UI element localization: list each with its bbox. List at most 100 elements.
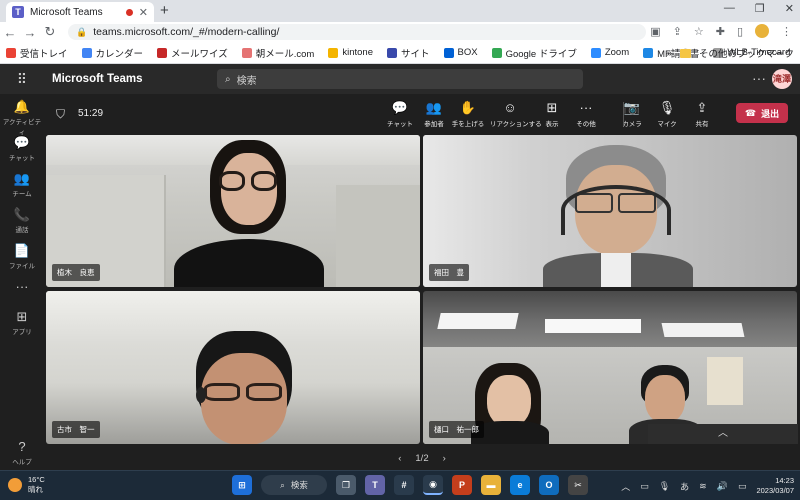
share-page-icon[interactable]: ⇪ [673,25,682,38]
teams-chat-icon[interactable]: T [365,475,385,495]
glasses [219,171,245,191]
bookmark-item[interactable]: 受信トレイ [6,46,68,60]
page-indicator: 1/2 [415,452,429,464]
webcam-tray-icon[interactable]: ▭ [640,481,649,492]
participant-name: 古市 智一 [52,421,100,438]
cabinet [336,185,420,287]
clock-time: 14:23 [775,476,794,485]
bookmark-item[interactable]: 朝メール.com [241,46,314,60]
tray-overflow-icon[interactable]: ︿ [621,480,630,493]
side-panel-icon[interactable]: ▯ [737,25,743,38]
mic-off-button[interactable]: 🎙 マイク [647,100,687,128]
control-label: その他 [576,121,596,128]
rail-item-more[interactable]: ··· [0,280,44,294]
chrome-icon[interactable]: ◉ [423,475,443,495]
video-tile[interactable]: 植木 良恵 [46,135,420,287]
collapse-gallery-button[interactable]: ︿ [648,424,798,444]
weather-widget[interactable]: 16°C 晴れ [8,475,45,495]
weather-condition: 晴れ [28,485,43,494]
bookmark-item[interactable]: kintone [328,47,373,58]
reaction-button[interactable]: ☺ リアクションする [490,100,542,128]
outlook-icon[interactable]: O [539,475,559,495]
avatar[interactable]: 滝澤 [772,69,792,89]
clock-date: 2023/03/07 [756,486,794,495]
participant-name: 樋口 祐一郎 [429,421,484,438]
control-label: リアクションする [490,121,542,128]
rail-item-file[interactable]: 📄 ファイル [0,244,44,271]
clock[interactable]: 14:23 2023/03/07 [756,476,794,496]
app-launcher-icon[interactable]: ⠿ [0,71,44,88]
reload-icon[interactable]: ↻ [40,24,60,40]
bookmarks-more-button[interactable]: » [667,48,672,59]
prev-page-icon[interactable]: ‹ [398,453,401,464]
bookmark-item[interactable]: Google ドライブ [491,46,577,60]
search-input[interactable]: ⌕ 検索 [217,69,583,89]
rail-item-bell[interactable]: 🔔 アクティビティ [0,100,44,137]
new-tab-button[interactable]: + [160,2,169,20]
next-page-icon[interactable]: › [443,453,446,464]
volume-icon[interactable]: 🔊 [717,481,728,492]
share-icon: ⇪ [696,100,708,115]
more-icon: ··· [15,279,29,294]
mic-tray-icon[interactable]: 🎙 [659,481,670,492]
video-tile[interactable]: 古市 智一 [46,291,420,444]
rail-item-label: チーム [12,191,32,198]
start-icon[interactable]: ⊞ [232,475,252,495]
bookmark-label: BOX [457,47,478,58]
wifi-icon[interactable]: ≋ [699,481,707,492]
slack-icon[interactable]: # [394,475,414,495]
battery-icon[interactable]: ▭ [738,481,747,492]
leave-button[interactable]: ☎ 退出 [736,103,788,123]
shield-icon[interactable]: ⛉ [56,107,65,122]
bookmark-item[interactable]: Zoom [590,47,629,58]
profile-avatar-icon[interactable] [755,24,769,38]
bookmark-item[interactable]: サイト [386,46,430,60]
bookmark-item[interactable]: メールワイズ [157,46,228,60]
participant-name: 福田 豊 [429,264,469,281]
edge-icon[interactable]: e [510,475,530,495]
camera-in-use-icon[interactable]: ▣ [650,25,660,38]
close-window-icon[interactable]: ✕ [785,2,794,15]
settings-more-icon[interactable]: ··· [752,70,766,86]
bookmark-label: カレンダー [95,48,144,60]
raise-hand-button[interactable]: ✋ 手を上げる [448,100,488,128]
lock-icon[interactable]: 🔒 [76,27,87,38]
browser-tab[interactable]: T Microsoft Teams ✕ [6,2,154,22]
url-field[interactable]: 🔒 teams.microsoft.com/_#/modern-calling/ [68,24,646,40]
rail-item-team[interactable]: 👥 チーム [0,172,44,199]
restore-icon[interactable]: ❐ [755,2,765,15]
ime-indicator[interactable]: あ [680,480,689,493]
glasses [251,171,277,191]
minimize-icon[interactable]: — [724,2,735,15]
more-button[interactable]: ··· その他 [566,100,606,128]
forward-icon[interactable]: → [20,25,40,40]
close-tab-icon[interactable]: ✕ [139,6,148,19]
share-button[interactable]: ⇪ 共有 [682,100,722,128]
bookmark-favicon-icon [81,47,92,58]
video-tile[interactable]: 樋口 祐一郎 [423,291,797,444]
task-view-icon[interactable]: ❐ [336,475,356,495]
bookmark-star-icon[interactable]: ☆ [694,25,704,38]
video-tile[interactable]: 福田 豊 [423,135,797,287]
file-explorer-icon[interactable]: ▬ [481,475,501,495]
powerpoint-icon[interactable]: P [452,475,472,495]
other-bookmarks[interactable]: その他のブックマーク [699,46,794,60]
bookmark-item[interactable]: カレンダー [81,46,144,60]
rail-item-apps[interactable]: ⊞ アプリ [0,310,44,337]
participant-name: 植木 良恵 [52,264,100,281]
rail-item-phone[interactable]: 📞 通話 [0,208,44,235]
bookmarks-bar: 受信トレイ カレンダー メールワイズ 朝メール.com kintone サイト BOX Goo… [0,42,800,64]
back-icon[interactable]: ← [0,25,20,40]
taskbar-search[interactable]: ⌕ 検索 [261,475,327,495]
app-name: Microsoft Teams [52,73,143,85]
bookmarks-overflow: » その他のブックマーク [667,46,794,61]
browser-menu-icon[interactable]: ⋮ [781,25,792,38]
camera-off-button[interactable]: 📷 カメラ [612,100,652,128]
rail-item-help[interactable]: ? ヘルプ [0,440,44,467]
snipping-tool-icon[interactable]: ✂ [568,475,588,495]
bookmark-item[interactable]: BOX [443,47,478,58]
browser-toolbar-icons: ▣ ⇪ ☆ ✚ ▯ ⋮ [650,24,792,38]
mic-off-icon: 🎙 [658,100,676,115]
extensions-icon[interactable]: ✚ [716,25,725,38]
rail-item-chat[interactable]: 💬 チャット [0,136,44,163]
